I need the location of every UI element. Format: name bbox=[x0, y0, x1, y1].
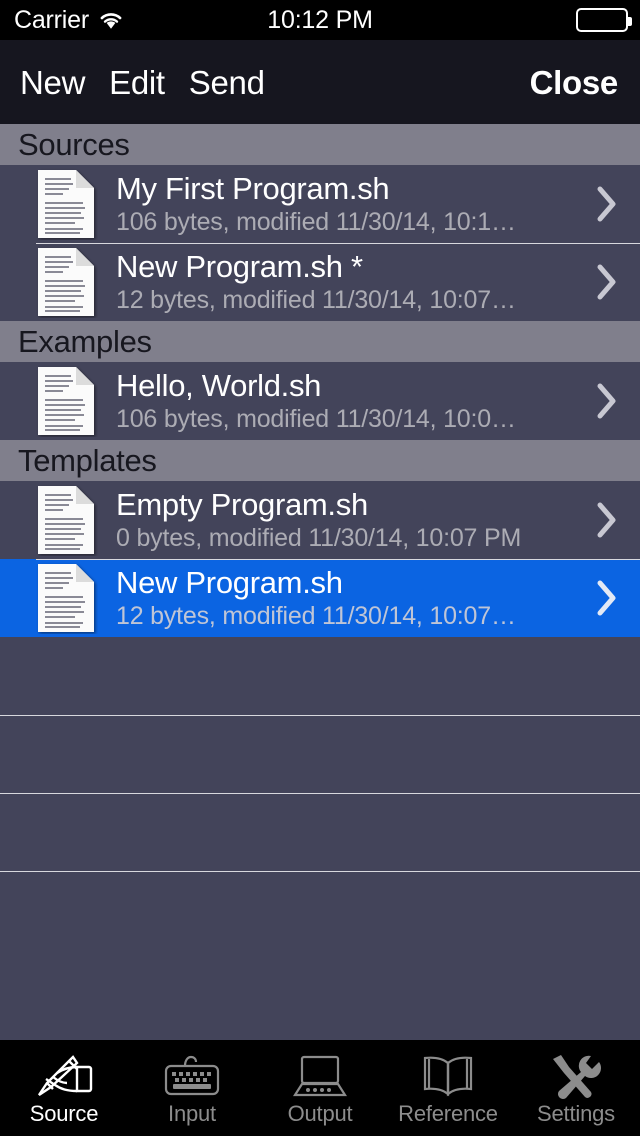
empty-row bbox=[0, 793, 640, 871]
writing-hand-icon bbox=[33, 1051, 95, 1101]
chevron-right-icon[interactable] bbox=[596, 382, 618, 420]
close-button[interactable]: Close bbox=[530, 66, 619, 99]
empty-row bbox=[0, 715, 640, 793]
tab-output[interactable]: Output bbox=[256, 1040, 384, 1136]
edit-button[interactable]: Edit bbox=[109, 66, 165, 99]
document-icon bbox=[36, 365, 98, 437]
table-row[interactable]: New Program.sh * 12 bytes, modified 11/30… bbox=[0, 243, 640, 321]
tab-bar: Source Input Output Reference Settings bbox=[0, 1040, 640, 1136]
empty-row bbox=[0, 637, 640, 715]
document-icon bbox=[36, 562, 98, 634]
document-icon bbox=[36, 484, 98, 556]
tab-label: Settings bbox=[537, 1101, 615, 1126]
nav-left-group: New Edit Send bbox=[20, 66, 265, 99]
file-meta: 106 bytes, modified 11/30/14, 10:0… bbox=[116, 405, 516, 433]
tab-label: Source bbox=[29, 1101, 99, 1126]
new-button[interactable]: New bbox=[20, 66, 85, 99]
file-meta: 0 bytes, modified 11/30/14, 10:07 PM bbox=[116, 524, 522, 552]
row-text-group: My First Program.sh 106 bytes, modified 1… bbox=[116, 172, 640, 235]
file-name: New Program.sh bbox=[116, 566, 343, 600]
status-bar-right bbox=[576, 8, 632, 32]
empty-row bbox=[0, 871, 640, 949]
file-meta: 12 bytes, modified 11/30/14, 10:07… bbox=[116, 286, 516, 314]
status-bar: Carrier 10:12 PM bbox=[0, 0, 640, 40]
laptop-icon bbox=[291, 1051, 349, 1101]
document-icon bbox=[36, 246, 98, 318]
chevron-right-icon[interactable] bbox=[596, 579, 618, 617]
keyboard-icon bbox=[163, 1051, 221, 1101]
clock-label: 10:12 PM bbox=[267, 5, 373, 34]
row-text-group: New Program.sh * 12 bytes, modified 11/30… bbox=[116, 250, 640, 313]
section-header: Examples bbox=[0, 321, 640, 362]
chevron-right-icon[interactable] bbox=[596, 185, 618, 223]
file-meta: 12 bytes, modified 11/30/14, 10:07… bbox=[116, 602, 516, 630]
table-row[interactable]: Empty Program.sh 0 bytes, modified 11/30/… bbox=[0, 481, 640, 559]
row-text-group: Empty Program.sh 0 bytes, modified 11/30/… bbox=[116, 488, 640, 551]
tab-reference[interactable]: Reference bbox=[384, 1040, 512, 1136]
tab-label: Reference bbox=[398, 1101, 498, 1126]
row-text-group: Hello, World.sh 106 bytes, modified 11/30… bbox=[116, 369, 640, 432]
table-row[interactable]: Hello, World.sh 106 bytes, modified 11/30… bbox=[0, 362, 640, 440]
tab-input[interactable]: Input bbox=[128, 1040, 256, 1136]
tab-settings[interactable]: Settings bbox=[512, 1040, 640, 1136]
chevron-right-icon[interactable] bbox=[596, 501, 618, 539]
table-row[interactable]: My First Program.sh 106 bytes, modified 1… bbox=[0, 165, 640, 243]
chevron-right-icon[interactable] bbox=[596, 263, 618, 301]
tab-label: Output bbox=[287, 1101, 353, 1126]
file-list[interactable]: Sources My First Program.sh 106 bytes, mod… bbox=[0, 124, 640, 1040]
table-row[interactable]: New Program.sh 12 bytes, modified 11/30/1… bbox=[0, 559, 640, 637]
tab-source[interactable]: Source bbox=[0, 1040, 128, 1136]
row-text-group: New Program.sh 12 bytes, modified 11/30/1… bbox=[116, 566, 640, 629]
file-name: New Program.sh * bbox=[116, 250, 363, 284]
send-button[interactable]: Send bbox=[189, 66, 265, 99]
tab-label: Input bbox=[168, 1101, 216, 1126]
file-name: Empty Program.sh bbox=[116, 488, 368, 522]
tools-icon bbox=[547, 1051, 605, 1101]
open-book-icon bbox=[419, 1051, 477, 1101]
file-name: My First Program.sh bbox=[116, 172, 390, 206]
file-name: Hello, World.sh bbox=[116, 369, 322, 403]
navigation-bar: New Edit Send Close bbox=[0, 40, 640, 124]
document-icon bbox=[36, 168, 98, 240]
battery-full-icon bbox=[576, 8, 632, 32]
nav-right-group: Close bbox=[530, 66, 619, 99]
app-screen: Carrier 10:12 PM New Edit Send Close Sou… bbox=[0, 0, 640, 1136]
file-meta: 106 bytes, modified 11/30/14, 10:1… bbox=[116, 208, 516, 236]
section-header: Templates bbox=[0, 440, 640, 481]
section-header: Sources bbox=[0, 124, 640, 165]
